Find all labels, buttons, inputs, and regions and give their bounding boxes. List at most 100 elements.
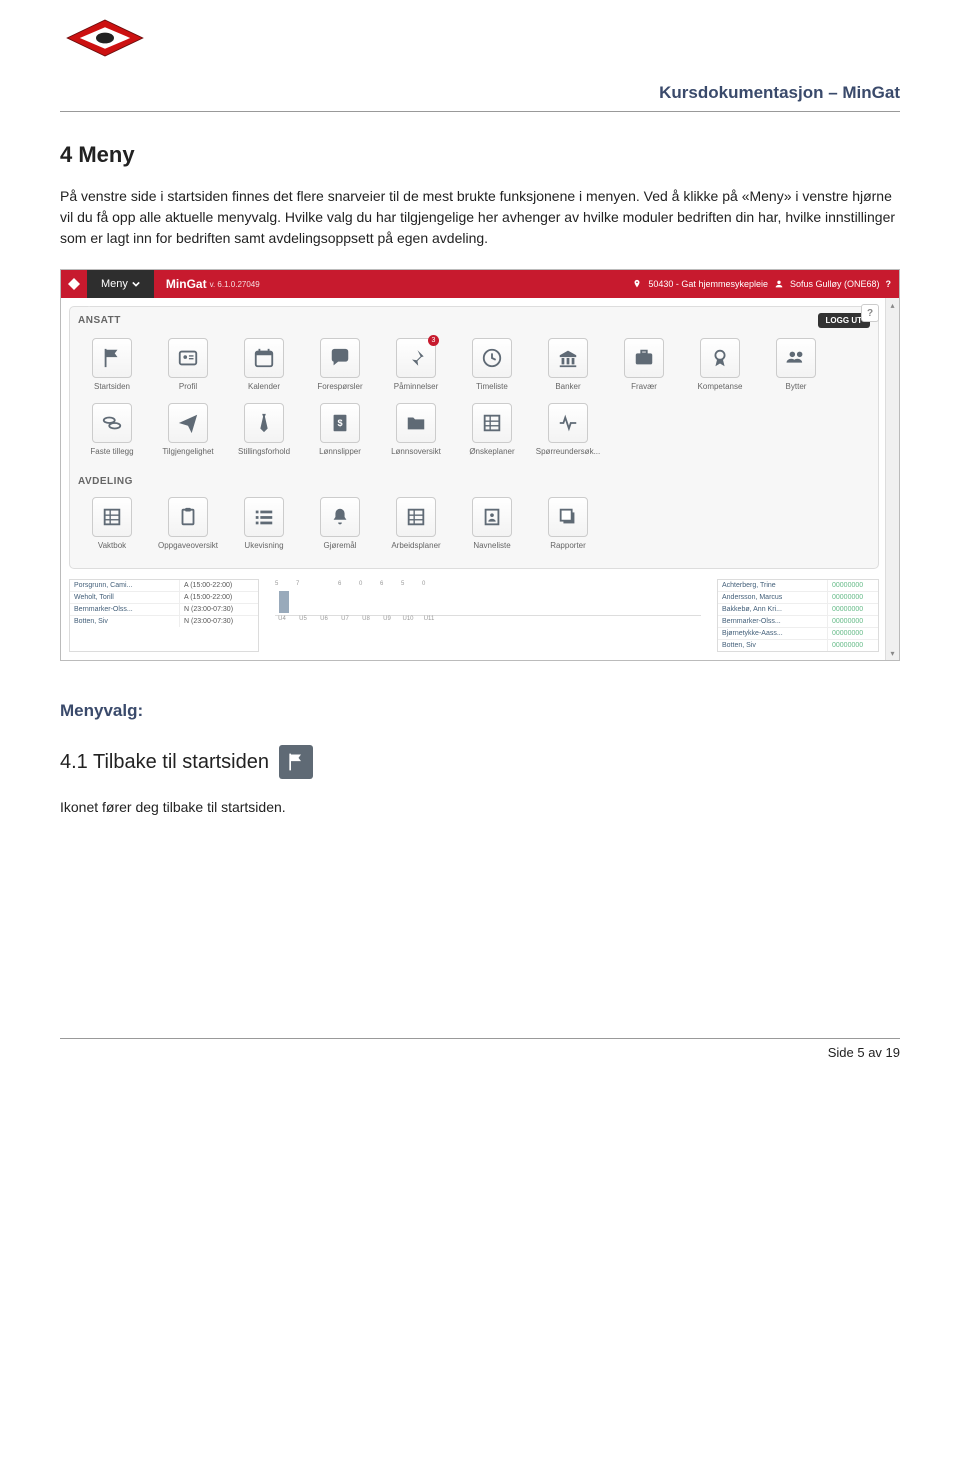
item-label: Forespørsler <box>304 382 376 391</box>
scroll-up-icon[interactable]: ▴ <box>886 298 899 312</box>
person-icon <box>472 497 512 537</box>
user-icon <box>774 279 784 289</box>
item-label: Rapporter <box>532 541 604 550</box>
background-content: Porsgrunn, Cami...A (15:00-22:00)Weholt,… <box>61 573 899 660</box>
doc-title: Kursdokumentasjon – MinGat <box>60 83 900 103</box>
table-row: Bernmarker-Olss...N (23:00-07:30) <box>70 604 258 616</box>
brand-logo <box>60 18 900 63</box>
grid-icon <box>472 403 512 443</box>
item-label: Fravær <box>608 382 680 391</box>
header-rule <box>60 111 900 112</box>
item-label: Banker <box>532 382 604 391</box>
badge: 3 <box>428 335 439 346</box>
flag-icon <box>279 745 313 779</box>
grid-ansatt: Startsiden Profil Kalender Forespørsler 3Påm… <box>70 330 878 468</box>
ansatt-item-sp-rreunders-k-[interactable]: Spørreundersøk... <box>532 403 604 456</box>
ansatt-item-banker[interactable]: Banker <box>532 338 604 391</box>
page-footer: Side 5 av 19 <box>60 1045 900 1060</box>
scroll-down-icon[interactable]: ▾ <box>886 646 899 660</box>
avdeling-item-arbeidsplaner[interactable]: Arbeidsplaner <box>380 497 452 550</box>
clip-icon <box>168 497 208 537</box>
ansatt-item-startsiden[interactable]: Startsiden <box>76 338 148 391</box>
item-label: Timeliste <box>456 382 528 391</box>
bg-table-left: Porsgrunn, Cami...A (15:00-22:00)Weholt,… <box>69 579 259 652</box>
item-label: Oppgaveoversikt <box>152 541 224 550</box>
avdeling-item-vaktbok[interactable]: Vaktbok <box>76 497 148 550</box>
ansatt-item-foresp-rsler[interactable]: Forespørsler <box>304 338 376 391</box>
ansatt-item-frav-r[interactable]: Fravær <box>608 338 680 391</box>
item-label: Profil <box>152 382 224 391</box>
ansatt-item-l-nnslipper[interactable]: Lønnslipper <box>304 403 376 456</box>
send-icon <box>168 403 208 443</box>
menyvalg-heading: Menyvalg: <box>60 701 900 721</box>
chevron-down-icon <box>132 280 140 288</box>
ansatt-item-stillingsforhold[interactable]: Stillingsforhold <box>228 403 300 456</box>
ansatt-item-tilgjengelighet[interactable]: Tilgjengelighet <box>152 403 224 456</box>
tie-icon <box>244 403 284 443</box>
people-icon <box>776 338 816 378</box>
location-pin-icon <box>632 279 642 289</box>
help-button[interactable]: ? <box>861 304 879 322</box>
avdeling-item-oppgaveoversikt[interactable]: Oppgaveoversikt <box>152 497 224 550</box>
app-version: v. 6.1.0.27049 <box>210 280 260 289</box>
group-ansatt-title: ANSATT <box>78 315 121 326</box>
item-label: Lønnsoversikt <box>380 447 452 456</box>
item-label: Navneliste <box>456 541 528 550</box>
location-label[interactable]: 50430 - Gat hjemmesykepleie <box>648 279 768 289</box>
menu-label: Meny <box>101 278 128 290</box>
item-label: Arbeidsplaner <box>380 541 452 550</box>
avdeling-item-gj-rem-l[interactable]: Gjøremål <box>304 497 376 550</box>
ansatt-item-bytter[interactable]: Bytter <box>760 338 832 391</box>
ansatt-item-profil[interactable]: Profil <box>152 338 224 391</box>
avdeling-item-rapporter[interactable]: Rapporter <box>532 497 604 550</box>
rosette-icon <box>700 338 740 378</box>
bank-icon <box>548 338 588 378</box>
section-heading: 4 Meny <box>60 142 900 168</box>
chat-icon <box>320 338 360 378</box>
user-label[interactable]: Sofus Gulløy (ONE68) <box>790 279 880 289</box>
ansatt-item-p-minnelser[interactable]: 3Påminnelser <box>380 338 452 391</box>
menu-tab[interactable]: Meny <box>87 270 154 298</box>
item-label: Kalender <box>228 382 300 391</box>
ansatt-item--nskeplaner[interactable]: Ønskeplaner <box>456 403 528 456</box>
table-row: Bjørnetykke-Aass...00000000 <box>718 628 878 640</box>
topbar-help[interactable]: ? <box>886 279 892 289</box>
coins-icon <box>92 403 132 443</box>
item-label: Bytter <box>760 382 832 391</box>
grid-icon <box>396 497 436 537</box>
table-row: Porsgrunn, Cami...A (15:00-22:00) <box>70 580 258 592</box>
ansatt-item-kompetanse[interactable]: Kompetanse <box>684 338 756 391</box>
table-row: Andersson, Marcus00000000 <box>718 592 878 604</box>
avdeling-item-navneliste[interactable]: Navneliste <box>456 497 528 550</box>
clock-icon <box>472 338 512 378</box>
scrollbar[interactable]: ▴ ▾ <box>885 298 899 660</box>
avdeling-item-ukevisning[interactable]: Ukevisning <box>228 497 300 550</box>
case-icon <box>624 338 664 378</box>
topbar: Meny MinGat v. 6.1.0.27049 50430 - Gat h… <box>61 270 899 298</box>
pin-icon: 3 <box>396 338 436 378</box>
item-label: Tilgjengelighet <box>152 447 224 456</box>
ansatt-item-l-nnsoversikt[interactable]: Lønnsoversikt <box>380 403 452 456</box>
subsection-heading: 4.1 Tilbake til startsiden <box>60 751 269 774</box>
flag-icon <box>92 338 132 378</box>
group-avdeling-title: AVDELING <box>70 468 878 489</box>
item-label: Gjøremål <box>304 541 376 550</box>
menu-panel: ANSATT LOGG UT StartsidenProfilKalenderF… <box>69 306 879 569</box>
ansatt-item-kalender[interactable]: Kalender <box>228 338 300 391</box>
item-label: Faste tillegg <box>76 447 148 456</box>
subsection-text: Ikonet fører deg tilbake til startsiden. <box>60 797 900 818</box>
section-body: På venstre side i startsiden finnes det … <box>60 186 900 249</box>
stack-icon <box>548 497 588 537</box>
brand-icon[interactable] <box>61 276 87 292</box>
table-row: Botten, Siv00000000 <box>718 640 878 651</box>
id-icon <box>168 338 208 378</box>
item-label: Startsiden <box>76 382 148 391</box>
item-label: Spørreundersøk... <box>532 447 604 456</box>
ansatt-item-timeliste[interactable]: Timeliste <box>456 338 528 391</box>
kurs-label: (kurs1) <box>69 300 91 307</box>
footer-rule <box>60 1038 900 1039</box>
list-icon <box>244 497 284 537</box>
cal-icon <box>244 338 284 378</box>
table-row: Bakkebø, Ann Kri...00000000 <box>718 604 878 616</box>
ansatt-item-faste-tillegg[interactable]: Faste tillegg <box>76 403 148 456</box>
